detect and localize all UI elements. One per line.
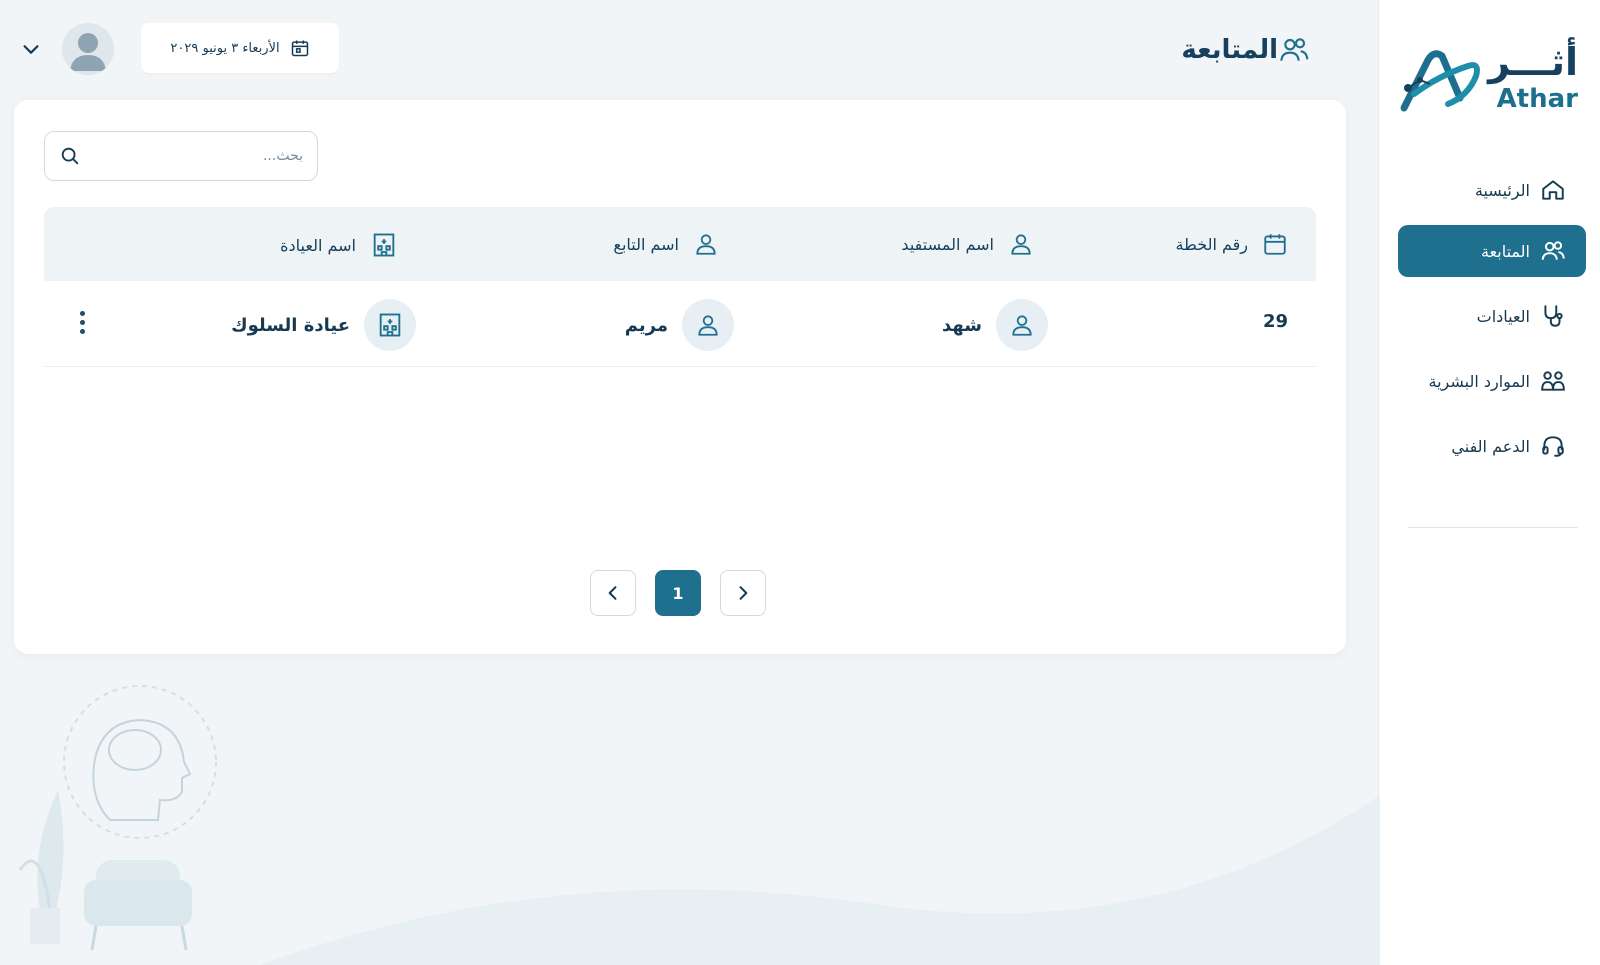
sidebar-item-follow-up[interactable]: المتابعة [1398, 225, 1586, 277]
chevron-right-icon [739, 586, 748, 600]
beneficiary-avatar [996, 299, 1048, 351]
athar-logo-mark-icon [1400, 50, 1480, 112]
sidebar-item-label: العيادات [1476, 306, 1530, 326]
cell-plan-number: 29 [1263, 311, 1288, 332]
sidebar-item-home[interactable]: الرئيسية [1398, 164, 1586, 216]
previous-page-button[interactable] [590, 570, 636, 616]
follow-up-table: رقم الخطة اسم المستفيد اسم التابع اسم ال… [44, 207, 1316, 367]
dependent-avatar [682, 299, 734, 351]
calendar-icon [291, 40, 308, 57]
sidebar-item-label: الدعم الفني [1451, 436, 1530, 456]
column-label: رقم الخطة [1175, 234, 1248, 254]
stethoscope-icon [1544, 305, 1563, 327]
next-page-button[interactable] [720, 570, 766, 616]
row-actions-icon[interactable] [78, 311, 86, 337]
beneficiary-name: شهد [942, 314, 982, 336]
table-header: رقم الخطة اسم المستفيد اسم التابع اسم ال… [44, 207, 1316, 281]
headset-icon [1542, 436, 1564, 457]
user-avatar-icon [70, 33, 106, 71]
search-input[interactable] [81, 148, 303, 164]
building-icon [373, 233, 395, 257]
chevron-left-icon [608, 586, 617, 600]
column-label: اسم العيادة [280, 235, 356, 255]
building-icon [379, 313, 401, 337]
user-icon [698, 315, 718, 336]
search-box [44, 131, 318, 181]
user-icon [1012, 315, 1032, 336]
calendar-icon [1264, 234, 1286, 255]
date-display: الأربعاء ٣ يونيو ٢٠٢٩ [141, 23, 339, 73]
clinic-name: عيادة السلوك [231, 314, 350, 336]
follow-up-card: رقم الخطة اسم المستفيد اسم التابع اسم ال… [14, 100, 1346, 654]
sidebar-item-clinics[interactable]: العيادات [1398, 290, 1586, 342]
avatar[interactable] [62, 23, 114, 75]
cell-dependent: مريم [625, 299, 734, 351]
logo-arabic-text: أثـــر [1488, 40, 1578, 84]
cell-clinic: عيادة السلوك [231, 299, 416, 351]
date-text: الأربعاء ٣ يونيو ٢٠٢٩ [170, 40, 280, 56]
sidebar: أثـــر Athar الرئيسية المتابعة العيادات … [1378, 0, 1600, 965]
sidebar-item-label: الموارد البشرية [1428, 371, 1531, 391]
users-icon [1280, 38, 1309, 61]
dependent-name: مريم [624, 314, 668, 336]
column-dependent-name: اسم التابع [613, 231, 719, 257]
sidebar-item-support[interactable]: الدعم الفني [1398, 420, 1586, 472]
table-row[interactable]: 29 شهد مريم عيادة السلوك [44, 281, 1316, 367]
page-header: المتابعة [1163, 30, 1310, 70]
column-label: اسم التابع [613, 234, 679, 254]
page-title: المتابعة [1181, 35, 1278, 65]
page-button-current[interactable]: 1 [655, 570, 701, 616]
column-plan-number: رقم الخطة [1176, 231, 1288, 257]
sidebar-item-hr[interactable]: الموارد البشرية [1398, 355, 1586, 407]
sidebar-item-label: الرئيسية [1474, 180, 1530, 200]
home-icon [1542, 180, 1564, 200]
sidebar-item-label: المتابعة [1480, 241, 1530, 261]
column-label: اسم المستفيد [901, 234, 994, 254]
users-icon [1541, 241, 1565, 260]
logo-english-text: Athar [1496, 84, 1578, 114]
cell-beneficiary: شهد [942, 299, 1048, 351]
background-wave [260, 795, 1380, 965]
user-icon [696, 234, 716, 255]
column-beneficiary-name: اسم المستفيد [901, 231, 1034, 257]
wellbeing-illustration [18, 685, 217, 951]
search-icon[interactable] [59, 145, 81, 167]
people-icon [1541, 371, 1565, 391]
athar-logo[interactable]: أثـــر Athar [1398, 40, 1578, 120]
column-clinic-name: اسم العيادة [280, 231, 398, 259]
chevron-down-icon[interactable] [20, 38, 42, 60]
clinic-avatar [364, 299, 416, 351]
user-icon [1011, 234, 1031, 255]
sidebar-divider [1408, 527, 1578, 528]
plan-number: 29 [1262, 311, 1288, 332]
